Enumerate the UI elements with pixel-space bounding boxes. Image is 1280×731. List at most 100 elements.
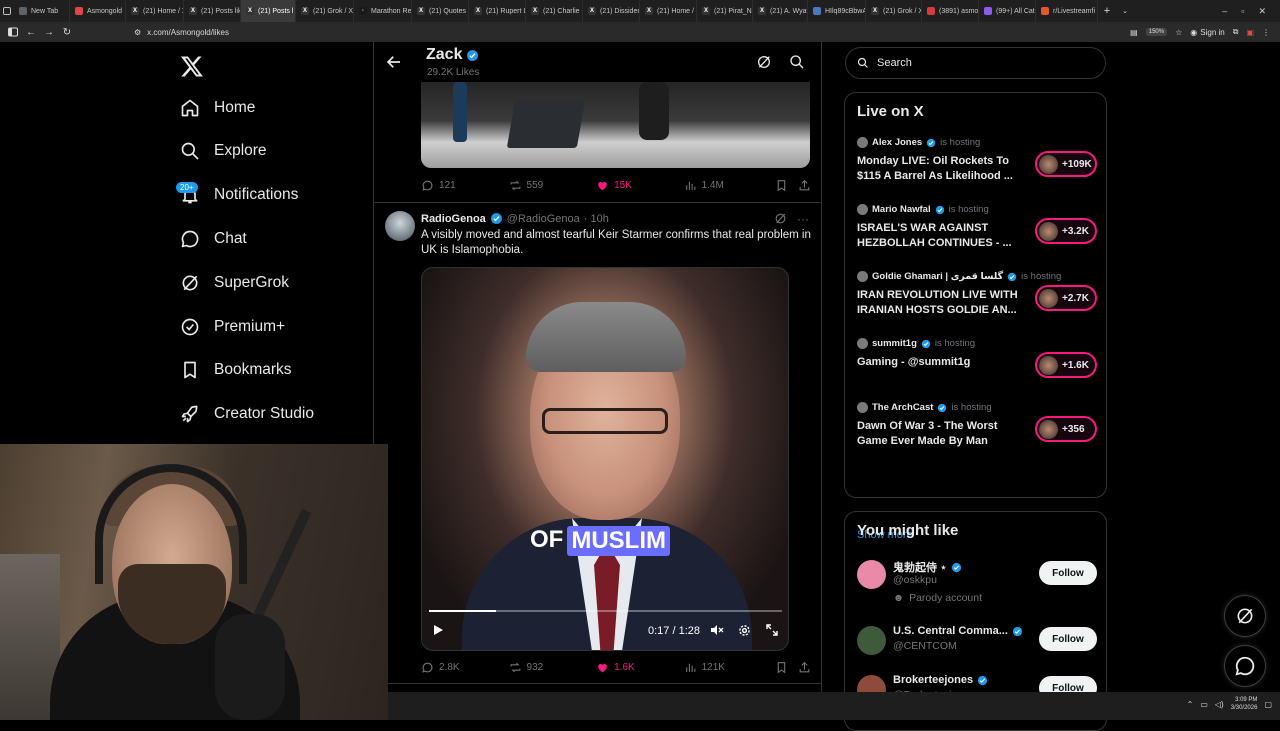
post-time[interactable]: · 10h (584, 213, 609, 225)
live-item[interactable]: summit1g is hosting Gaming - @summit1g +1.6… (857, 338, 1097, 388)
live-item[interactable]: Goldie Ghamari | گلسا قمری is hosting IRAN… (857, 271, 1097, 321)
browser-tab[interactable]: Asmongold (70, 0, 126, 22)
bookmark-icon[interactable] (775, 179, 788, 192)
x-logo-icon[interactable] (180, 54, 204, 78)
extensions-icon[interactable]: ⧉ (1233, 27, 1239, 37)
search-box[interactable]: Search (845, 47, 1106, 79)
repost-button[interactable]: 559 (509, 179, 597, 192)
grok-icon[interactable] (774, 212, 787, 225)
live-item[interactable]: Alex Jones is hosting Monday LIVE: Oil Roc… (857, 137, 1097, 187)
tab-actions-icon[interactable] (0, 2, 14, 20)
user-avatar[interactable] (857, 626, 886, 655)
browser-tab[interactable]: X (21) Dissident (583, 0, 640, 22)
fullscreen-icon[interactable] (766, 624, 778, 636)
browser-tab[interactable]: X (21) Pirat_Nat (697, 0, 753, 22)
host-name[interactable]: The ArchCast (872, 402, 933, 413)
notification-center-icon[interactable]: ▢ (1264, 700, 1272, 709)
volume-icon[interactable]: ◁) (1215, 700, 1224, 709)
search-icon[interactable] (789, 54, 805, 70)
browser-tab[interactable]: (99+) All Cate (979, 0, 1036, 22)
mute-icon[interactable] (710, 624, 724, 636)
share-icon[interactable] (798, 179, 811, 192)
user-avatar[interactable] (857, 560, 886, 589)
user-name[interactable]: U.S. Central Comma... (893, 625, 1008, 637)
bookmark-star-icon[interactable]: ☆ (1175, 28, 1182, 37)
nav-item-bookmarks[interactable]: Bookmarks (180, 357, 292, 383)
like-button[interactable]: 15K (596, 179, 684, 192)
browser-tab[interactable]: · Marathon Rev (354, 0, 412, 22)
play-button[interactable] (432, 624, 444, 636)
like-button[interactable]: 1.6K (596, 661, 684, 674)
live-item[interactable]: Mario Nawfal is hosting ISRAEL'S WAR AGAIN… (857, 204, 1097, 254)
grok-fab[interactable] (1224, 595, 1266, 637)
live-listener-pill[interactable]: +3.2K (1035, 218, 1097, 244)
back-icon[interactable]: ← (22, 23, 40, 41)
grok-icon[interactable] (756, 54, 772, 70)
post-media-image[interactable] (421, 82, 810, 168)
browser-tab[interactable]: X (21) Grok / X (866, 0, 922, 22)
author-name[interactable]: RadioGenoa (421, 213, 486, 225)
views-button[interactable]: 1.4M (684, 179, 772, 192)
back-arrow-icon[interactable] (385, 53, 403, 71)
follow-button[interactable]: Follow (1039, 561, 1097, 585)
live-listener-pill[interactable]: +2.7K (1035, 285, 1097, 311)
address-bar[interactable]: ⚙ x.com/Asmongold/likes (134, 24, 1114, 40)
more-options-icon[interactable]: ··· (797, 212, 809, 226)
reply-button[interactable]: 121 (421, 179, 509, 192)
live-listener-pill[interactable]: +1.6K (1035, 352, 1097, 378)
nav-item-supergrok[interactable]: SuperGrok (180, 270, 289, 296)
nav-item-chat[interactable]: Chat (180, 226, 247, 252)
tray-chevron-icon[interactable]: ⌃ (1187, 700, 1194, 709)
host-name[interactable]: summit1g (872, 338, 917, 349)
nav-item-home[interactable]: Home (180, 95, 255, 121)
browser-tab[interactable]: X (21) Quotes o (412, 0, 469, 22)
live-listener-pill[interactable]: +109K (1035, 151, 1097, 177)
browser-tab[interactable]: X (21) Home / X (640, 0, 697, 22)
video-player[interactable]: OF MUSLIM 0:17 / 1:28 (421, 267, 789, 651)
user-name[interactable]: Brokerteejones (893, 674, 973, 686)
site-info-icon[interactable]: ⚙ (134, 28, 141, 37)
video-progress-bar[interactable] (429, 610, 782, 612)
browser-tab[interactable]: X (21) Home / X (126, 0, 184, 22)
reader-view-icon[interactable]: ▤ (1130, 28, 1138, 37)
author-avatar[interactable] (385, 211, 415, 241)
who-to-follow-item[interactable]: 鬼勃起侍 ⋆ @oskkpu ☻ Parody account Follow (857, 557, 1097, 604)
nav-item-premium[interactable]: Premium+ (180, 314, 285, 340)
share-icon[interactable] (798, 661, 811, 674)
minimize-icon[interactable]: – (1222, 6, 1227, 17)
user-name[interactable]: 鬼勃起侍 ⋆ (893, 559, 947, 575)
extension-icon[interactable]: ▣ (1246, 28, 1254, 37)
new-tab-icon[interactable]: + (1098, 2, 1116, 20)
host-name[interactable]: Goldie Ghamari | گلسا قمری (872, 271, 1003, 282)
zoom-level[interactable]: 150% (1145, 28, 1168, 36)
nav-item-explore[interactable]: Explore (180, 138, 267, 164)
menu-icon[interactable]: ⋮ (1262, 28, 1270, 37)
network-icon[interactable]: ▭ (1200, 700, 1208, 709)
nav-item-creator-studio[interactable]: Creator Studio (180, 401, 314, 427)
browser-tab[interactable]: X (21) Grok / X (296, 0, 354, 22)
post-card[interactable]: RadioGenoa @RadioGenoa · 10h ··· A visib… (374, 202, 821, 674)
browser-tab[interactable]: r/Livestreamfi (1036, 0, 1098, 22)
author-handle[interactable]: @RadioGenoa (507, 213, 580, 225)
tab-search-icon[interactable]: ⌄ (1116, 2, 1134, 20)
clock[interactable]: 3:09 PM 3/30/2026 (1231, 696, 1258, 712)
browser-tab[interactable]: X (21) A. Wyatt (753, 0, 808, 22)
host-name[interactable]: Alex Jones (872, 137, 922, 148)
reload-icon[interactable]: ↻ (58, 23, 76, 41)
who-to-follow-item[interactable]: U.S. Central Comma... @CENTCOM Follow (857, 623, 1097, 663)
browser-tab[interactable]: X (21) Posts lik (184, 0, 241, 22)
sidebar-toggle-icon[interactable] (4, 23, 22, 41)
bookmark-icon[interactable] (775, 661, 788, 674)
account-icon[interactable]: ◉ Sign in (1190, 28, 1224, 37)
browser-tab[interactable]: X (21) Charlie D (526, 0, 583, 22)
browser-tab[interactable]: New Tab (14, 0, 70, 22)
close-window-icon[interactable]: ✕ (1258, 6, 1266, 17)
host-name[interactable]: Mario Nawfal (872, 204, 931, 215)
maximize-icon[interactable]: ▫ (1241, 6, 1244, 17)
nav-item-notifications[interactable]: Notifications (180, 182, 298, 208)
follow-button[interactable]: Follow (1039, 627, 1097, 651)
browser-tab[interactable]: X(21) Posts l✕ (241, 0, 296, 22)
browser-tab[interactable]: HIlq89cBbwA (808, 0, 866, 22)
live-item[interactable]: The ArchCast is hosting Dawn Of War 3 - Th… (857, 402, 1097, 452)
reply-button[interactable]: 2.8K (421, 661, 509, 674)
